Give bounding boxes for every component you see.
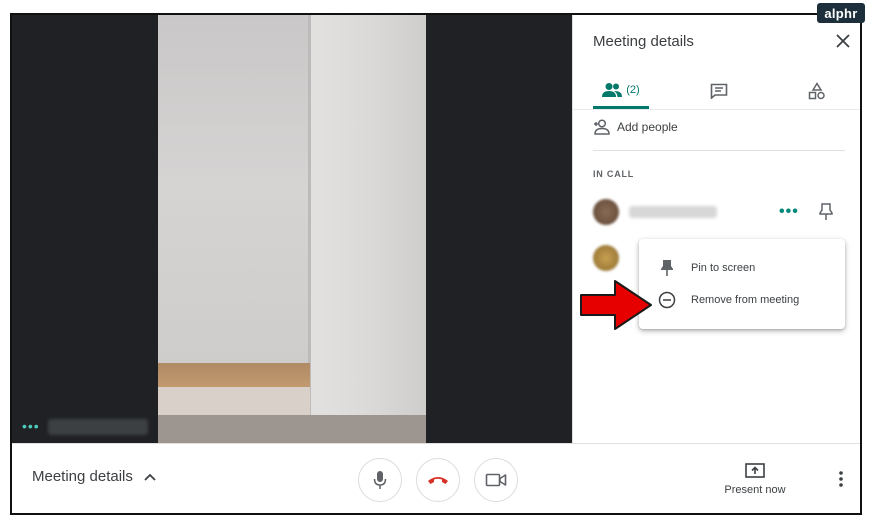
audio-indicator: ••• [22, 418, 40, 434]
add-people-button[interactable]: Add people [593, 119, 678, 135]
video-ledge-lower [158, 387, 310, 415]
add-people-label: Add people [617, 120, 678, 134]
more-vert-icon[interactable] [838, 470, 844, 488]
more-options-button[interactable]: ••• [779, 203, 799, 221]
participant-video [158, 15, 426, 443]
people-count: (2) [626, 83, 640, 96]
end-call-button[interactable] [416, 458, 460, 502]
avatar [593, 199, 619, 225]
tab-chat[interactable] [699, 73, 739, 109]
end-call-icon [428, 477, 448, 484]
participant-name-blurred [48, 419, 148, 435]
pin-to-screen-label: Pin to screen [691, 262, 756, 274]
meeting-details-panel: Meeting details (2) Add people IN CALL •… [572, 15, 860, 443]
participant-name-blurred [629, 206, 717, 218]
remove-from-meeting-item[interactable]: Remove from meeting [639, 285, 845, 315]
people-icon [602, 82, 623, 97]
red-arrow-annotation [580, 280, 652, 330]
present-icon [745, 463, 765, 478]
microphone-button[interactable] [358, 458, 402, 502]
in-call-header: IN CALL [593, 169, 635, 179]
remove-circle-icon [658, 291, 676, 309]
panel-divider [593, 150, 845, 151]
add-person-icon [594, 119, 610, 135]
present-now-label: Present now [724, 484, 786, 496]
present-now-button[interactable]: Present now [720, 462, 790, 496]
pin-to-screen-item[interactable]: Pin to screen [639, 253, 845, 283]
pin-icon [658, 259, 676, 277]
meeting-details-button[interactable]: Meeting details [32, 468, 157, 485]
meeting-details-label: Meeting details [32, 468, 133, 485]
avatar [593, 245, 619, 271]
activities-icon [808, 82, 825, 100]
tab-people[interactable]: (2) [593, 73, 649, 109]
participant-options-menu: Pin to screen Remove from meeting [639, 239, 845, 329]
video-stage: ••• [12, 15, 572, 443]
remove-from-meeting-label: Remove from meeting [691, 294, 800, 306]
chevron-up-icon [144, 473, 156, 481]
panel-title: Meeting details [593, 33, 694, 50]
chat-icon [710, 83, 728, 99]
mic-icon [373, 471, 387, 489]
close-icon[interactable] [835, 33, 851, 49]
video-wall [308, 15, 426, 443]
camera-button[interactable] [474, 458, 518, 502]
video-ledge [158, 363, 310, 387]
video-floor [158, 415, 426, 443]
camera-icon [485, 473, 507, 487]
pin-icon[interactable] [819, 203, 833, 221]
alphr-watermark-logo: alphr [817, 3, 865, 23]
meet-window: ••• Meeting details (2) Add people IN CA… [10, 13, 862, 515]
panel-tabs: (2) [573, 73, 860, 110]
bottom-toolbar: Meeting details Present now [12, 443, 860, 513]
tab-activities[interactable] [797, 73, 837, 109]
